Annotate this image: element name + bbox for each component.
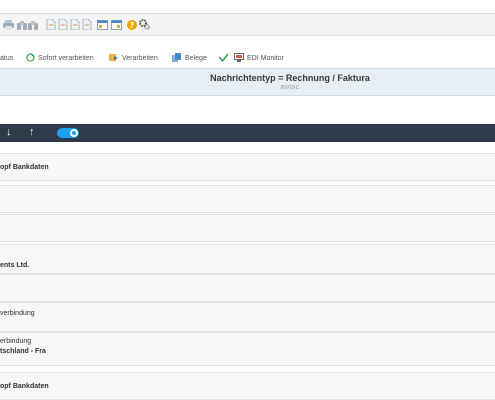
list-item[interactable]: erbindung tschland - Fra [0,332,495,366]
edi-monitor-button[interactable]: EDI Monitor [234,52,284,64]
status-label: atus [0,54,14,62]
eye-icon [72,131,76,135]
monitor-icon [234,52,244,64]
printer-icon[interactable] [2,19,14,30]
list-item[interactable]: verbindung [0,302,495,332]
verarbeiten-label: Verarbeiten [122,54,158,62]
process-icon [109,53,119,64]
binoculars-icon[interactable] [28,19,38,30]
message-type-title: Nachrichtentyp = Rechnung / Faktura [210,73,370,83]
belege-button[interactable]: Belege [172,52,207,64]
list-item[interactable] [0,274,495,302]
document-icon[interactable] [46,19,56,30]
settings-icon[interactable] [139,19,150,30]
main-toolbar: ? [0,14,495,36]
sort-up-icon[interactable]: ↑ [29,126,35,139]
checkmark-button[interactable] [218,52,232,64]
documents-icon [172,52,182,64]
document-icon[interactable] [82,19,92,30]
help-icon[interactable]: ? [127,19,137,30]
sofort-verarbeiten-label: Sofort verarbeiten [38,54,94,62]
document-icon[interactable] [70,19,80,30]
verarbeiten-button[interactable]: Verarbeiten [109,52,158,64]
row-label: opf Bankdaten [0,164,49,171]
action-toolbar: atus Sofort verarbeiten Verarbeiten Bele… [0,49,495,67]
row-label: ents Ltd. [0,262,30,269]
sort-down-icon[interactable]: ↓ [6,126,12,139]
top-strip [0,0,495,14]
window-icon[interactable] [97,19,108,30]
row-label: verbindung [0,310,35,317]
row-line1: erbindung [0,338,32,345]
row-label: opf Bankdaten [0,383,49,390]
table-toolbar: ↓ ↑ [0,124,495,142]
checkmark-icon [218,53,229,64]
list-item[interactable]: ents Ltd. [0,244,495,274]
list-item[interactable] [0,185,495,213]
message-type-header: Nachrichtentyp = Rechnung / Faktura INVO… [0,68,495,96]
visibility-toggle[interactable] [57,128,79,138]
list-item[interactable]: opf Bankdaten [0,372,495,400]
message-type-code: INVOIC [280,85,300,91]
document-icon[interactable] [58,19,68,30]
list-item[interactable] [0,214,495,242]
status-button[interactable]: atus [0,52,13,64]
row-line2: tschland - Fra [0,348,46,355]
window-icon[interactable] [111,19,122,30]
belege-label: Belege [185,54,207,62]
edi-monitor-label: EDI Monitor [247,54,284,62]
sofort-verarbeiten-button[interactable]: Sofort verarbeiten [26,52,94,64]
refresh-icon [26,52,35,64]
list-item[interactable]: opf Bankdaten [0,153,495,181]
svg-text:?: ? [130,21,135,30]
binoculars-icon[interactable] [17,19,27,30]
